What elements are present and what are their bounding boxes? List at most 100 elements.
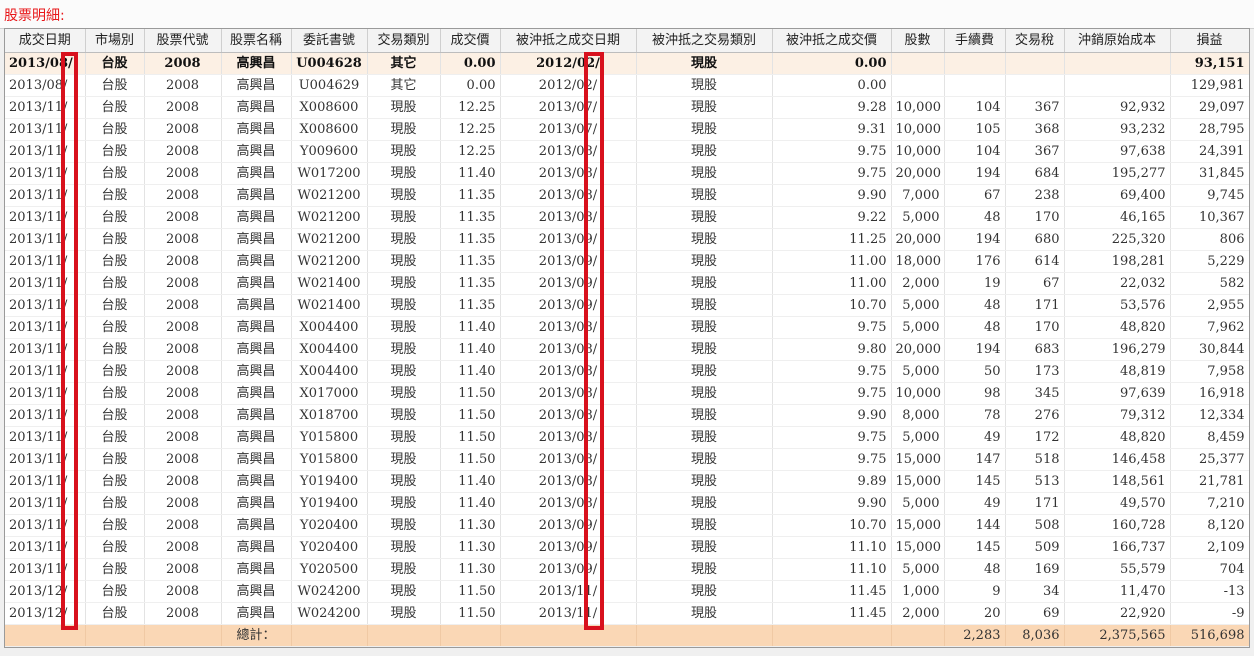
cell-offset-date: 2013/08/	[500, 140, 637, 163]
cell-price: 11.50	[440, 426, 501, 449]
cell-offset-type: 現股	[636, 184, 773, 207]
table-row[interactable]: 2013/08/台股 2008 高興昌 U004629 其它 0.00 2012/02/現股…	[5, 74, 1249, 97]
table-row[interactable]: 2013/11/台股 2008 高興昌 Y019400 現股 11.40 2013/08/現…	[5, 492, 1249, 515]
table-row[interactable]: 2013/11/台股 2008 高興昌 X008600 現股 12.25 2013/07/現…	[5, 96, 1249, 119]
table-row[interactable]: 2013/11/台股 2008 高興昌 W021200 現股 11.35 2013/08/現…	[5, 206, 1249, 229]
cell-pnl: 2,109	[1170, 536, 1249, 559]
cell-shares: 2,000	[891, 602, 945, 625]
cell-market: 台股	[85, 404, 145, 427]
cell-trade-type: 現股	[367, 96, 441, 119]
cell-offset-type: 現股	[636, 580, 773, 603]
cell-offset-type: 現股	[636, 206, 773, 229]
table-row[interactable]: 2013/11/台股 2008 高興昌 Y019400 現股 11.40 2013/08/現…	[5, 470, 1249, 493]
table-row[interactable]: 2013/11/台股 2008 高興昌 X008600 現股 12.25 2013/07/現…	[5, 118, 1249, 141]
table-row[interactable]: 2013/11/台股 2008 高興昌 X004400 現股 11.40 2013/08/現…	[5, 360, 1249, 383]
cell-offset-type: 現股	[636, 470, 773, 493]
cell-fee: 104	[944, 96, 1006, 119]
table-row[interactable]: 2013/11/台股 2008 高興昌 Y020400 現股 11.30 2013/09/現…	[5, 536, 1249, 559]
cell-stock-name: 高興昌	[221, 514, 292, 537]
total-empty-cell	[636, 624, 773, 647]
cell-order-no: X018700	[291, 404, 368, 427]
column-header-shares[interactable]: 股數	[891, 29, 945, 53]
table-row[interactable]: 2013/11/台股 2008 高興昌 X004400 現股 11.40 2013/08/現…	[5, 338, 1249, 361]
column-header-pnl[interactable]: 損益	[1170, 29, 1249, 53]
cell-offset-price: 9.75	[772, 316, 892, 339]
table-row[interactable]: 2013/11/台股 2008 高興昌 W021400 現股 11.35 2013/09/現…	[5, 294, 1249, 317]
table-row[interactable]: 2013/11/台股 2008 高興昌 X018700 現股 11.50 2013/08/現…	[5, 404, 1249, 427]
cell-offset-date: 2013/09/	[500, 228, 637, 251]
column-header-trade-type[interactable]: 交易類別	[367, 29, 441, 53]
cell-shares: 7,000	[891, 184, 945, 207]
table-row[interactable]: 2013/11/台股 2008 高興昌 W021200 現股 11.35 2013/09/現…	[5, 228, 1249, 251]
column-header-offset-type[interactable]: 被沖抵之交易類別	[636, 29, 773, 53]
cell-stock-code: 2008	[144, 536, 222, 559]
table-row[interactable]: 2013/11/台股 2008 高興昌 W017200 現股 11.40 2013/08/現…	[5, 162, 1249, 185]
cell-price: 0.00	[440, 52, 501, 75]
table-row[interactable]: 2013/12/台股 2008 高興昌 W024200 現股 11.50 2013/11/現…	[5, 580, 1249, 603]
column-header-fee[interactable]: 手續費	[944, 29, 1006, 53]
cell-order-no: X004400	[291, 360, 368, 383]
cell-tax: 509	[1005, 536, 1065, 559]
total-empty-cell	[367, 624, 441, 647]
cell-offset-price: 9.75	[772, 140, 892, 163]
cell-trade-type: 現股	[367, 514, 441, 537]
cell-shares: 2,000	[891, 272, 945, 295]
cell-offset-date: 2013/08/	[500, 184, 637, 207]
column-header-price[interactable]: 成交價	[440, 29, 501, 53]
table-row[interactable]: 2013/11/台股 2008 高興昌 W021200 現股 11.35 2013/09/現…	[5, 250, 1249, 273]
cell-trade-date: 2013/08/	[5, 74, 86, 97]
table-row[interactable]: 2013/11/台股 2008 高興昌 W021400 現股 11.35 2013/09/現…	[5, 272, 1249, 295]
cell-offset-date: 2013/07/	[500, 96, 637, 119]
cell-offset-type: 現股	[636, 602, 773, 625]
table-row[interactable]: 2013/11/台股 2008 高興昌 Y020400 現股 11.30 2013/09/現…	[5, 514, 1249, 537]
cell-shares: 15,000	[891, 514, 945, 537]
table-row[interactable]: 2013/11/台股 2008 高興昌 Y009600 現股 12.25 2013/08/現…	[5, 140, 1249, 163]
total-empty-cell	[144, 624, 222, 647]
table-row[interactable]: 2013/11/台股 2008 高興昌 X004400 現股 11.40 2013/08/現…	[5, 316, 1249, 339]
column-header-offset-price[interactable]: 被沖抵之成交價	[772, 29, 892, 53]
column-header-tax[interactable]: 交易稅	[1005, 29, 1065, 53]
cell-offset-price: 0.00	[772, 74, 892, 97]
column-header-market[interactable]: 市場別	[85, 29, 145, 53]
cell-stock-name: 高興昌	[221, 52, 292, 75]
table-row[interactable]: 2013/12/台股 2008 高興昌 W024200 現股 11.50 2013/11/現…	[5, 602, 1249, 625]
cell-stock-code: 2008	[144, 140, 222, 163]
column-header-stock-name[interactable]: 股票名稱	[221, 29, 292, 53]
cell-trade-date: 2013/11/	[5, 514, 86, 537]
cell-order-no: Y015800	[291, 426, 368, 449]
column-header-stock-code[interactable]: 股票代號	[144, 29, 222, 53]
cell-market: 台股	[85, 96, 145, 119]
cell-trade-type: 其它	[367, 74, 441, 97]
cell-offset-price: 9.80	[772, 338, 892, 361]
cell-trade-date: 2013/11/	[5, 140, 86, 163]
column-header-offset-date[interactable]: 被沖抵之成交日期	[500, 29, 637, 53]
cell-market: 台股	[85, 492, 145, 515]
column-header-cost[interactable]: 沖銷原始成本	[1064, 29, 1171, 53]
cell-stock-name: 高興昌	[221, 250, 292, 273]
table-row[interactable]: 2013/11/台股 2008 高興昌 Y015800 現股 11.50 2013/08/現…	[5, 448, 1249, 471]
cell-tax: 171	[1005, 294, 1065, 317]
cell-market: 台股	[85, 316, 145, 339]
cell-pnl: 7,962	[1170, 316, 1249, 339]
table-row[interactable]: 2013/11/台股 2008 高興昌 X017000 現股 11.50 2013/08/現…	[5, 382, 1249, 405]
cell-trade-date: 2013/08/	[5, 52, 86, 75]
column-header-order-no[interactable]: 委託書號	[291, 29, 368, 53]
table-row[interactable]: 2013/11/台股 2008 高興昌 W021200 現股 11.35 2013/08/現…	[5, 184, 1249, 207]
header-row: 成交日期 市場別 股票代號 股票名稱 委託書號 交易類別 成交價 被沖抵之成交日期 被沖抵之交易…	[5, 29, 1249, 53]
table-row[interactable]: 2013/11/台股 2008 高興昌 Y015800 現股 11.50 2013/08/現…	[5, 426, 1249, 449]
table-row[interactable]: 2013/08/台股 2008 高興昌 U004628 其它 0.00 2012/02/現股…	[5, 52, 1249, 75]
cell-trade-type: 現股	[367, 272, 441, 295]
cell-fee: 78	[944, 404, 1006, 427]
cell-trade-date: 2013/11/	[5, 184, 86, 207]
cell-trade-date: 2013/11/	[5, 162, 86, 185]
table-row[interactable]: 2013/11/台股 2008 高興昌 Y020500 現股 11.30 2013/09/現…	[5, 558, 1249, 581]
stock-detail-grid[interactable]: 成交日期 市場別 股票代號 股票名稱 委託書號 交易類別 成交價 被沖抵之成交日期 被沖抵之交易…	[4, 28, 1250, 648]
column-header-trade-date[interactable]: 成交日期	[5, 29, 86, 53]
cell-stock-code: 2008	[144, 382, 222, 405]
cell-trade-type: 現股	[367, 162, 441, 185]
cell-stock-name: 高興昌	[221, 558, 292, 581]
cell-trade-date: 2013/11/	[5, 294, 86, 317]
cell-cost: 225,320	[1064, 228, 1171, 251]
cell-price: 11.50	[440, 448, 501, 471]
total-cost: 2,375,565	[1064, 624, 1171, 647]
